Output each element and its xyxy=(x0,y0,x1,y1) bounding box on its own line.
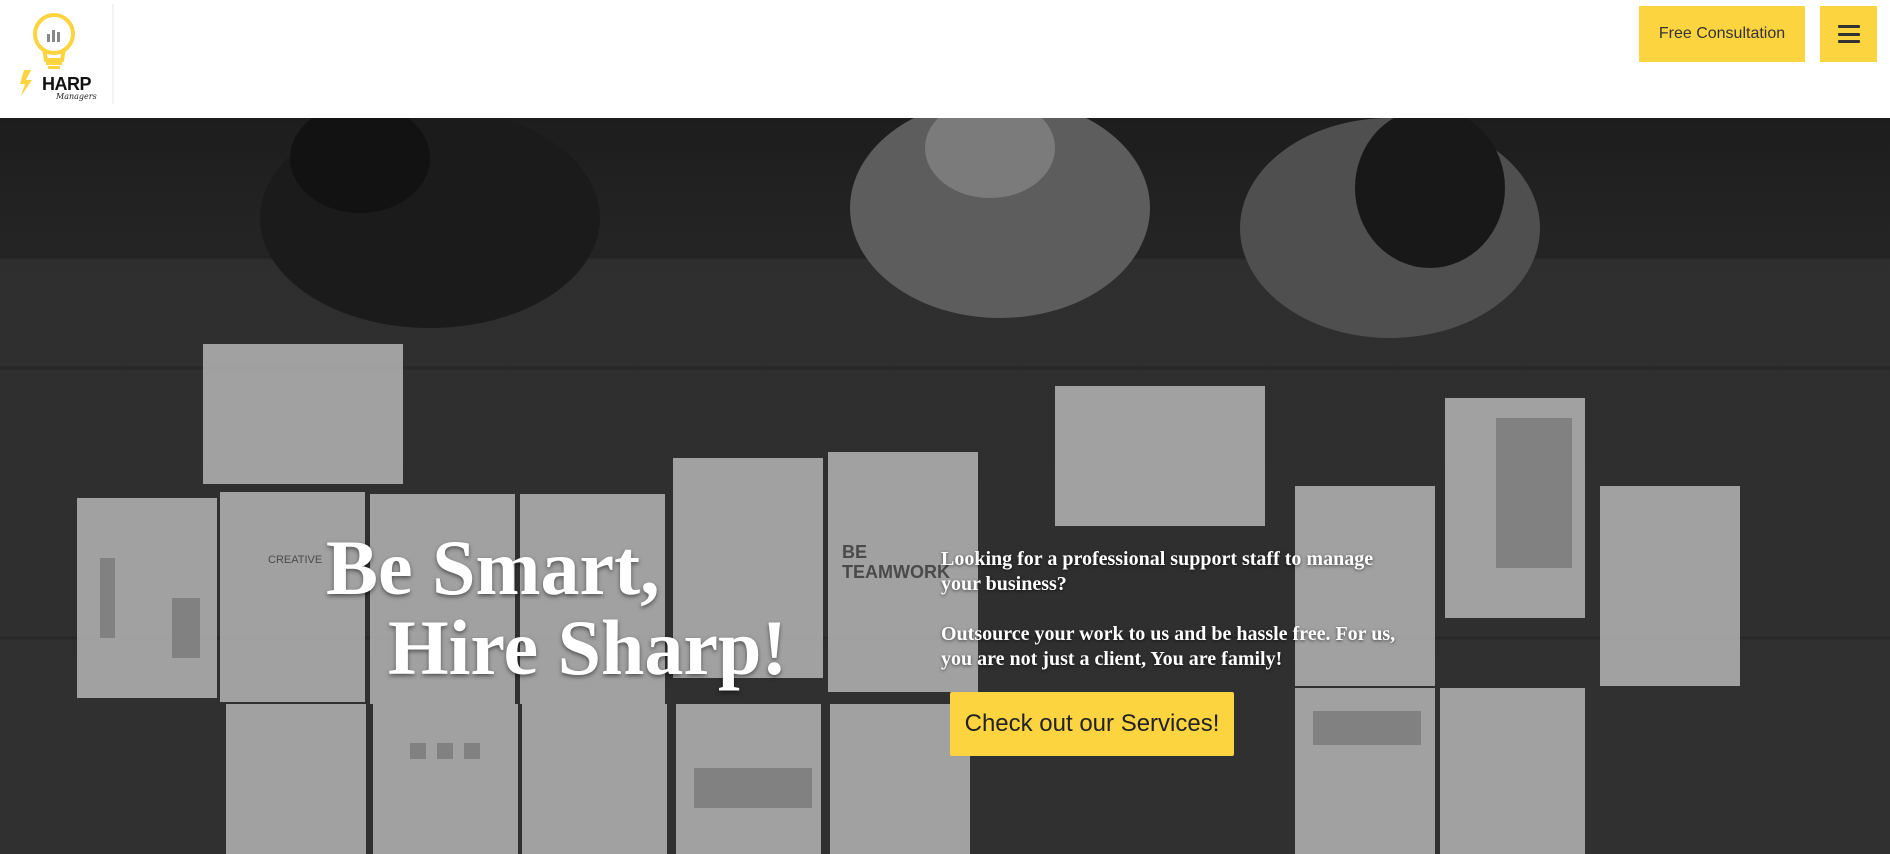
check-services-button[interactable]: Check out our Services! xyxy=(950,692,1234,756)
hamburger-menu-icon xyxy=(1837,25,1860,43)
headline-line-1: Be Smart, xyxy=(326,524,660,611)
intro-paragraph-1: Looking for a professional support staff… xyxy=(941,548,1374,595)
hero-intro: Looking for a professional support staff… xyxy=(941,547,1401,672)
hero-background-image: CREATIVE BE TEAMWORK xyxy=(0,118,1890,854)
free-consultation-button[interactable]: Free Consultation xyxy=(1639,6,1805,62)
menu-button[interactable] xyxy=(1820,6,1877,62)
site-logo[interactable]: HARP Managers xyxy=(16,4,114,104)
logo-subtext: Managers xyxy=(56,92,97,101)
site-header: HARP Managers Free Consultation xyxy=(0,0,1890,118)
headline-line-2: Hire Sharp! xyxy=(388,604,788,691)
hero-headline: Be Smart, Hire Sharp! xyxy=(326,528,806,688)
hero-section: CREATIVE BE TEAMWORK Be Smart, Hire Shar… xyxy=(0,118,1890,854)
intro-paragraph-2: Outsource your work to us and be hassle … xyxy=(941,623,1396,670)
